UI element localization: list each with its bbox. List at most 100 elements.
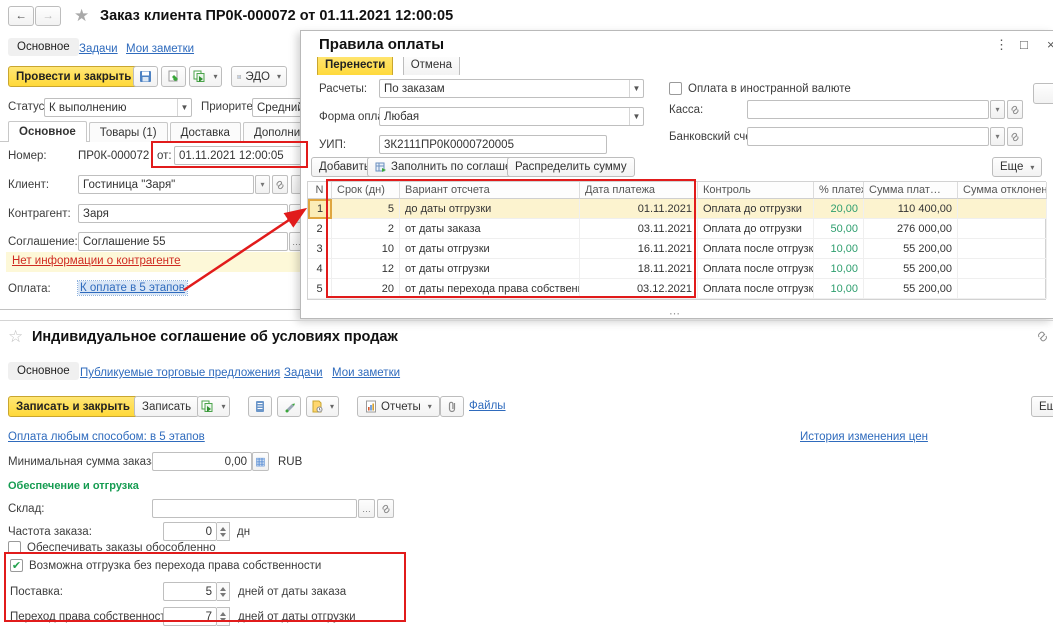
reports-button[interactable]: Отчеты ▾ xyxy=(357,396,440,417)
more-vert-icon[interactable]: ⋮ xyxy=(995,37,1008,53)
ownership-transfer-input[interactable]: 7 xyxy=(163,607,217,626)
warehouse-open-link-button[interactable] xyxy=(377,499,394,518)
shipment-without-transfer-checkbox[interactable]: ✔ xyxy=(10,559,23,572)
price-history-link[interactable]: История изменения цен xyxy=(800,431,928,443)
create-based-on-button2[interactable]: ▾ xyxy=(197,396,230,417)
more-button2[interactable]: Еще xyxy=(1031,396,1053,417)
min-sum-input[interactable]: 0,00 xyxy=(152,452,252,471)
order-frequency-input[interactable]: 0 xyxy=(163,522,217,541)
order-frequency-stepper[interactable] xyxy=(217,522,230,541)
col-control[interactable]: Контроль xyxy=(698,182,814,199)
uip-input[interactable]: 3К2111ПР0К0000720005 xyxy=(379,135,607,154)
edit-button[interactable] xyxy=(277,396,301,417)
close-icon[interactable]: × xyxy=(1047,37,1053,52)
ownership-transfer-stepper[interactable] xyxy=(217,607,230,626)
cashbox-dropdown-button[interactable]: ▾ xyxy=(990,100,1005,119)
agreement-input[interactable]: Соглашение 55 xyxy=(78,232,288,251)
transfer-button[interactable]: Перенести xyxy=(317,57,394,75)
cell-percent: 50,00 xyxy=(814,219,864,239)
col-deviation[interactable]: Сумма отклонения xyxy=(958,182,1047,199)
bank-account-open-link-button[interactable] xyxy=(1007,127,1023,146)
bank-account-dropdown-button[interactable]: ▾ xyxy=(990,127,1005,146)
col-percent[interactable]: % платежа xyxy=(814,182,864,199)
cell-date: 16.11.2021 xyxy=(580,239,698,259)
nav2-main[interactable]: Основное xyxy=(8,362,79,380)
chevron-down-icon[interactable]: ▼ xyxy=(629,108,643,125)
table-row[interactable]: 4 12 от даты отгрузки 18.11.2021 Оплата … xyxy=(308,259,1047,279)
date-input[interactable]: 01.11.2021 12:00:05 xyxy=(174,146,302,165)
status-select[interactable]: К выполнению ▼ xyxy=(44,98,192,117)
edo-button[interactable]: ЭДО ▾ xyxy=(231,66,287,87)
bank-account-input[interactable] xyxy=(747,127,989,146)
nav-main[interactable]: Основное xyxy=(8,38,79,56)
payment-form-select[interactable]: Любая ▼ xyxy=(379,107,644,126)
dialog-more-button[interactable]: Еще ▾ xyxy=(992,157,1043,177)
cashbox-input[interactable] xyxy=(747,100,989,119)
col-amount[interactable]: Сумма плат… xyxy=(864,182,958,199)
favorite-star-icon[interactable]: ★ xyxy=(74,6,89,26)
delivery-stepper[interactable] xyxy=(217,582,230,601)
spin-up-icon xyxy=(220,586,226,591)
back-button[interactable]: ← xyxy=(8,6,34,26)
table-row[interactable]: 2 2 от даты заказа 03.11.2021 Оплата до … xyxy=(308,219,1047,239)
table-row[interactable]: 5 20 от даты перехода права собственност… xyxy=(308,279,1047,299)
counterparty-input[interactable]: Заря xyxy=(78,204,288,223)
nav-notes[interactable]: Мои заметки xyxy=(126,43,194,55)
nav2-notes[interactable]: Мои заметки xyxy=(332,367,400,379)
table-row[interactable]: 3 10 от даты отгрузки 16.11.2021 Оплата … xyxy=(308,239,1047,259)
cell-n: 2 xyxy=(308,219,332,239)
nav2-tasks[interactable]: Задачи xyxy=(284,367,323,379)
post-button[interactable] xyxy=(161,66,186,87)
get-link-icon[interactable] xyxy=(1036,330,1049,343)
favorite-star-outline-icon[interactable]: ☆ xyxy=(8,327,23,347)
save-button[interactable] xyxy=(133,66,158,87)
resize-grip-icon[interactable]: ⋯ xyxy=(669,307,682,320)
calculator-button[interactable]: ▦ xyxy=(252,452,269,471)
payment-stages-link[interactable]: К оплате в 5 этапов xyxy=(77,280,188,296)
table-row[interactable]: 1 5 до даты отгрузки 01.11.2021 Оплата д… xyxy=(308,199,1047,219)
foreign-currency-checkbox[interactable] xyxy=(669,82,682,95)
client-open-link-button[interactable] xyxy=(272,175,288,194)
nav-tasks[interactable]: Задачи xyxy=(79,43,118,55)
chevron-down-icon[interactable]: ▼ xyxy=(177,99,191,116)
client-input[interactable]: Гостиница "Заря" xyxy=(78,175,254,194)
client-dropdown-button[interactable]: ▾ xyxy=(255,175,270,194)
distribute-sum-button[interactable]: Распределить сумму xyxy=(507,157,635,177)
maximize-icon[interactable]: □ xyxy=(1020,37,1028,52)
structure-button[interactable] xyxy=(248,396,272,417)
separate-orders-checkbox[interactable] xyxy=(8,541,21,554)
tab-main[interactable]: Основное xyxy=(8,121,87,142)
client-label: Клиент: xyxy=(8,179,50,191)
create-based-on-button[interactable]: ▾ xyxy=(189,66,222,87)
number-value: ПР0К-000072 xyxy=(78,150,150,162)
save-and-close-button[interactable]: Записать и закрыть xyxy=(8,396,138,417)
col-date[interactable]: Дата платежа xyxy=(580,182,698,199)
dropdown-arrow-icon: ▾ xyxy=(1030,162,1035,172)
warehouse-choose-button[interactable]: … xyxy=(358,499,375,518)
post-and-close-button[interactable]: Провести и закрыть xyxy=(8,66,140,87)
warehouse-input[interactable] xyxy=(152,499,357,518)
tab-delivery[interactable]: Доставка xyxy=(169,122,241,142)
agreement-value: Соглашение 55 xyxy=(83,235,166,248)
col-days[interactable]: Срок (дн) xyxy=(332,182,400,199)
payment-method-link[interactable]: Оплата любым способом: в 5 этапов xyxy=(8,431,205,443)
cancel-button[interactable]: Отмена xyxy=(402,57,460,75)
fill-table-icon xyxy=(375,162,386,172)
settlements-select[interactable]: По заказам ▼ xyxy=(379,79,644,98)
col-variant[interactable]: Вариант отсчета xyxy=(400,182,580,199)
dialog-corner-button[interactable] xyxy=(1033,83,1053,104)
file-actions-button[interactable]: ▾ xyxy=(306,396,339,417)
col-n[interactable]: N xyxy=(308,182,332,199)
nav2-offers[interactable]: Публикуемые торговые предложения xyxy=(80,367,280,379)
counterparty-warning-link[interactable]: Нет информации о контрагенте xyxy=(12,255,181,267)
cashbox-open-link-button[interactable] xyxy=(1007,100,1023,119)
tab-goods[interactable]: Товары (1) xyxy=(88,122,168,142)
reports-label: Отчеты xyxy=(381,400,421,413)
chevron-down-icon[interactable]: ▼ xyxy=(629,80,643,97)
attach-button[interactable] xyxy=(440,396,464,417)
save-button2[interactable]: Записать xyxy=(134,396,200,417)
paperclip-icon xyxy=(448,401,456,413)
delivery-input[interactable]: 5 xyxy=(163,582,217,601)
files-link[interactable]: Файлы xyxy=(469,400,506,412)
forward-button[interactable]: → xyxy=(35,6,61,26)
